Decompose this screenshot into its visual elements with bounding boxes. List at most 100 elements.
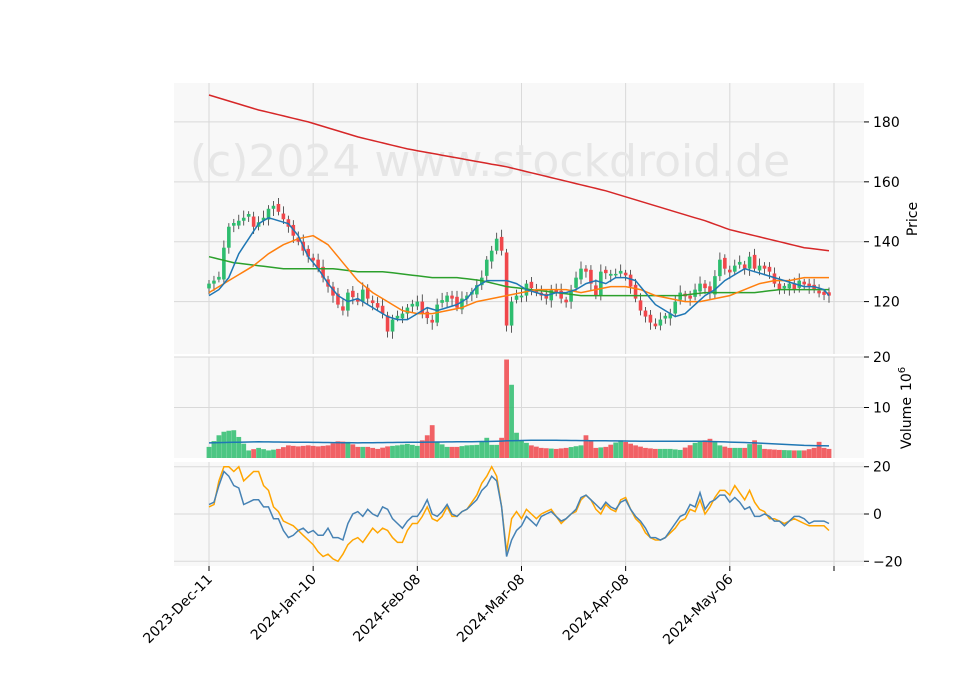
candle-body bbox=[519, 295, 524, 298]
volume-bar bbox=[821, 447, 827, 458]
volume-bar bbox=[350, 444, 356, 458]
volume-bar bbox=[777, 449, 782, 458]
volume-bar bbox=[479, 441, 485, 458]
volume-bar bbox=[439, 444, 445, 458]
volume-bar bbox=[459, 446, 465, 458]
volume-bar bbox=[509, 384, 514, 458]
volume-bar bbox=[747, 444, 753, 458]
candle-body bbox=[628, 274, 633, 287]
price-tick-label: 160 bbox=[873, 175, 900, 191]
price-tick-label: 180 bbox=[873, 115, 900, 131]
candle-body bbox=[574, 277, 578, 288]
watermark: (c)2024 www.stockdroid.de bbox=[190, 136, 790, 187]
volume-bar bbox=[216, 435, 222, 458]
candle-body bbox=[375, 303, 380, 308]
candle-body bbox=[747, 256, 752, 269]
volume-bar bbox=[727, 447, 733, 458]
volume-bar bbox=[628, 443, 633, 458]
volume-bar bbox=[211, 441, 217, 458]
candle-body bbox=[643, 310, 648, 317]
price-panel-background bbox=[174, 83, 864, 354]
volume-bar bbox=[533, 446, 539, 458]
volume-axis-label-exp: 6 bbox=[897, 367, 908, 373]
volume-bar bbox=[722, 446, 728, 458]
volume-bar bbox=[826, 448, 832, 458]
volume-bar bbox=[395, 445, 400, 458]
volume-bar bbox=[573, 446, 579, 458]
volume-bar bbox=[489, 444, 495, 458]
candle-body bbox=[514, 295, 519, 300]
volume-bar bbox=[633, 445, 638, 458]
volume-bar bbox=[772, 449, 777, 458]
x-tick-label: 2024-Feb-08 bbox=[350, 572, 424, 646]
volume-bar bbox=[236, 436, 242, 458]
volume-bar bbox=[578, 445, 584, 458]
volume-bar bbox=[563, 447, 569, 458]
volume-bar bbox=[256, 447, 261, 458]
candle-body bbox=[737, 261, 742, 265]
candle-body bbox=[390, 319, 395, 332]
volume-bar bbox=[608, 444, 614, 458]
volume-bar bbox=[796, 450, 802, 458]
candle-body bbox=[212, 280, 216, 284]
volume-bar bbox=[618, 440, 624, 458]
price-tick-label: 120 bbox=[873, 295, 900, 311]
candle-body bbox=[787, 283, 792, 289]
price-tick-label: 140 bbox=[873, 235, 900, 251]
candle-body bbox=[728, 269, 732, 273]
candle-body bbox=[604, 269, 608, 274]
candle-body bbox=[227, 226, 231, 248]
volume-bar bbox=[454, 446, 460, 458]
volume-bar bbox=[405, 443, 410, 458]
volume-bar bbox=[310, 445, 316, 458]
candle-body bbox=[440, 300, 444, 303]
volume-bar bbox=[538, 447, 544, 458]
volume-axis-label: Volume 106 bbox=[897, 367, 915, 449]
volume-bar bbox=[548, 448, 554, 458]
volume-bar bbox=[524, 442, 529, 458]
candle-body bbox=[584, 268, 588, 272]
candle-body bbox=[246, 214, 251, 217]
volume-bar bbox=[623, 442, 629, 458]
candle-body bbox=[217, 276, 221, 280]
candle-body bbox=[276, 203, 281, 212]
oscillator-tick-label: 0 bbox=[873, 507, 882, 523]
volume-bar bbox=[494, 444, 500, 458]
volume-bar bbox=[295, 446, 301, 458]
volume-bar bbox=[414, 445, 420, 458]
volume-bar bbox=[330, 443, 336, 458]
volume-axis-label-base: 10 bbox=[899, 373, 915, 391]
volume-bar bbox=[697, 441, 703, 458]
candle-body bbox=[351, 290, 355, 298]
volume-bar bbox=[434, 441, 440, 458]
volume-bar bbox=[638, 446, 643, 458]
volume-bar bbox=[588, 440, 594, 458]
candle-body bbox=[718, 259, 722, 277]
candle-body bbox=[767, 266, 772, 272]
volume-bar bbox=[732, 447, 738, 458]
volume-bar bbox=[444, 446, 450, 458]
candle-body bbox=[599, 271, 603, 296]
volume-bar bbox=[290, 445, 296, 458]
candle-body bbox=[410, 303, 415, 307]
candle-body bbox=[564, 299, 568, 303]
volume-bar bbox=[504, 359, 509, 458]
volume-bar bbox=[742, 447, 748, 458]
candle-body bbox=[400, 313, 405, 319]
volume-bar bbox=[241, 443, 247, 458]
volume-bar bbox=[226, 430, 232, 458]
candle-body bbox=[663, 315, 668, 319]
candle-body bbox=[762, 265, 767, 269]
volume-bar bbox=[514, 432, 519, 458]
candle-body bbox=[385, 315, 390, 332]
candle-body bbox=[653, 323, 658, 327]
volume-bar bbox=[449, 446, 455, 458]
volume-bar bbox=[712, 442, 718, 458]
candle-body bbox=[430, 319, 434, 323]
candle-body bbox=[817, 290, 821, 294]
volume-bar bbox=[687, 445, 693, 458]
candle-body bbox=[723, 257, 727, 269]
price-axis-label: Price bbox=[905, 202, 921, 236]
volume-bar bbox=[583, 435, 589, 458]
candle-body bbox=[489, 250, 494, 262]
